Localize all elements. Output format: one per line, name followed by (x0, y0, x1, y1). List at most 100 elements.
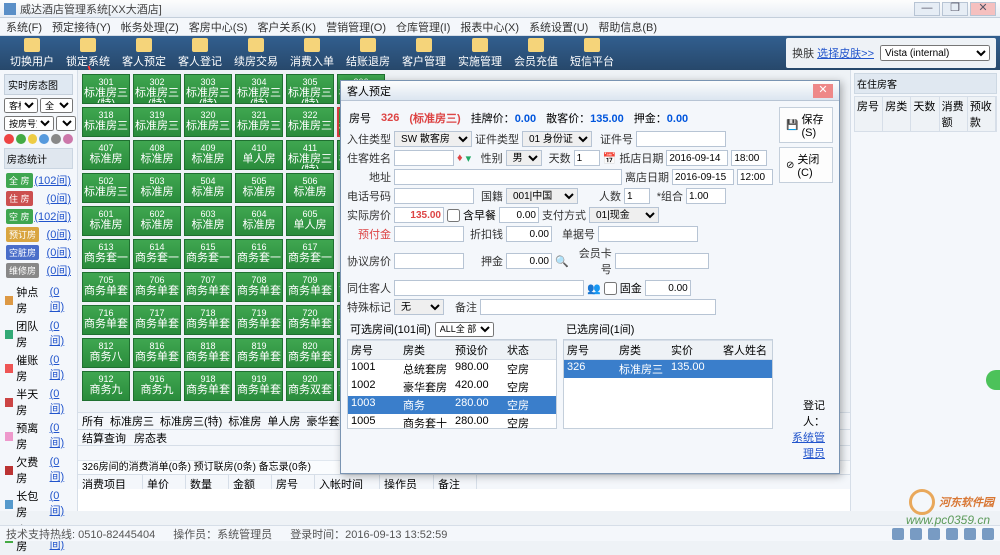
toolbar-实施管理[interactable]: 实施管理 (452, 36, 508, 71)
room-410[interactable]: 410单人房 (235, 140, 283, 170)
prepay-input[interactable] (394, 226, 464, 242)
roomtype-tab[interactable]: 所有 (82, 413, 104, 429)
agree-price-input[interactable] (394, 253, 464, 269)
room-617[interactable]: 617商务套一 (286, 239, 334, 269)
type-row[interactable]: 催账房(0间) (4, 351, 73, 385)
toolbar-续房交易[interactable]: 续房交易 (228, 36, 284, 71)
arrive-time-input[interactable] (731, 150, 767, 166)
room-705[interactable]: 705商务单套 (82, 272, 130, 302)
skin-select[interactable]: Vista (internal) (880, 45, 990, 61)
room-503[interactable]: 503标准房 (133, 173, 181, 203)
breakfast-amt-input[interactable] (499, 207, 539, 223)
avail-row[interactable]: 1005商务套十280.00空房 (348, 414, 556, 429)
roomtype-tab[interactable]: 标准房三 (110, 413, 154, 429)
room-301[interactable]: 301标准房三(特) (82, 74, 130, 104)
dialog-close-button[interactable]: ✕ (813, 84, 833, 98)
stat-row[interactable]: 全 房(102间) (4, 171, 73, 189)
toolbar-短信平台[interactable]: 短信平台 (564, 36, 620, 71)
menu-item[interactable]: 客户关系(K) (257, 19, 316, 35)
roomtype-tab[interactable]: 单人房 (267, 413, 300, 429)
save-button[interactable]: 💾 保存(S) (779, 107, 833, 143)
toolbar-结账退房[interactable]: 结账退房 (340, 36, 396, 71)
stat-row[interactable]: 住 房(0间) (4, 189, 73, 207)
avail-filter-select[interactable]: ALL全 部 (435, 322, 494, 337)
room-706[interactable]: 706商务单套 (133, 272, 181, 302)
room-720[interactable]: 720商务单套 (286, 305, 334, 335)
room-409[interactable]: 409标准房 (184, 140, 232, 170)
toolbar-会员充值[interactable]: 会员充值 (508, 36, 564, 71)
room-505[interactable]: 505标准房 (235, 173, 283, 203)
stat-row[interactable]: 空 房(102间) (4, 207, 73, 225)
room-320[interactable]: 320标准房三 (184, 107, 232, 137)
menu-item[interactable]: 系统设置(U) (529, 19, 588, 35)
room-602[interactable]: 602标准房 (133, 206, 181, 236)
room-816[interactable]: 816商务单套 (133, 338, 181, 368)
room-407[interactable]: 407标准房 (82, 140, 130, 170)
room-302[interactable]: 302标准房三(特) (133, 74, 181, 104)
room-506[interactable]: 506标准房 (286, 173, 334, 203)
room-408[interactable]: 408标准房 (133, 140, 181, 170)
avail-row[interactable]: 1003商务280.00空房 (348, 396, 556, 414)
room-707[interactable]: 707商务单套 (184, 272, 232, 302)
room-615[interactable]: 615商务套一 (184, 239, 232, 269)
room-820[interactable]: 820商务单套 (286, 338, 334, 368)
room-709[interactable]: 709商务单套 (286, 272, 334, 302)
room-916[interactable]: 916商务九 (133, 371, 181, 401)
address-input[interactable] (394, 169, 622, 185)
avail-row[interactable]: 1002豪华套房420.00空房 (348, 378, 556, 396)
room-719[interactable]: 719商务单套 (235, 305, 283, 335)
room-605[interactable]: 605单人房 (286, 206, 334, 236)
room-604[interactable]: 604标准房 (235, 206, 283, 236)
room-318[interactable]: 318标准房三 (82, 107, 130, 137)
operator-link[interactable]: 系统管理员 (792, 432, 825, 460)
room-601[interactable]: 601标准房 (82, 206, 130, 236)
real-price-input[interactable] (394, 207, 444, 223)
skin-link[interactable]: 选择皮肤>> (817, 48, 874, 60)
room-322[interactable]: 322标准房三 (286, 107, 334, 137)
deposit2-input[interactable] (506, 253, 552, 269)
close-dialog-button[interactable]: ⊘ 关闭(C) (779, 147, 833, 183)
room-411[interactable]: 411标准房三(特) (286, 140, 334, 170)
room-818[interactable]: 818商务单套 (184, 338, 232, 368)
roomtype-tab[interactable]: 标准房 (228, 413, 261, 429)
maximize-button[interactable]: ❐ (942, 2, 968, 16)
roomtype-tab[interactable]: 标准房三(特) (160, 413, 222, 429)
room-918[interactable]: 918商务单套 (184, 371, 232, 401)
toolbar-锁定系统[interactable]: 锁定系统 (60, 36, 116, 71)
gender-select[interactable]: 男 (506, 150, 542, 166)
toolbar-客户管理[interactable]: 客户管理 (396, 36, 452, 71)
room-304[interactable]: 304标准房三(特) (235, 74, 283, 104)
menu-item[interactable]: 帮助信息(B) (598, 19, 657, 35)
toolbar-切换用户[interactable]: 切换用户 (4, 36, 60, 71)
people-input[interactable] (624, 188, 650, 204)
menu-item[interactable]: 仓库管理(I) (396, 19, 450, 35)
room-912[interactable]: 912商务九 (82, 371, 130, 401)
side-handle[interactable] (986, 370, 1000, 390)
menu-item[interactable]: 营销管理(O) (326, 19, 386, 35)
filter-sort[interactable]: 按房号室 (4, 116, 54, 131)
leave-date-input[interactable] (672, 169, 734, 185)
cert-no-input[interactable] (636, 131, 726, 147)
orderno-input[interactable] (598, 226, 698, 242)
type-row[interactable]: 半天房(0间) (4, 385, 73, 419)
room-819[interactable]: 819商务单套 (235, 338, 283, 368)
filter-all[interactable]: 全 (40, 98, 73, 113)
room-504[interactable]: 504标准房 (184, 173, 232, 203)
log-tab[interactable]: 结算查询 (82, 430, 126, 446)
room-613[interactable]: 613商务套一 (82, 239, 130, 269)
room-303[interactable]: 303标准房三(特) (184, 74, 232, 104)
group-input[interactable] (686, 188, 726, 204)
lock-check[interactable] (604, 282, 617, 295)
close-button[interactable]: ✕ (970, 2, 996, 16)
special-select[interactable]: 无 (394, 299, 444, 315)
room-920[interactable]: 920商务双套 (286, 371, 334, 401)
left-tab-realtime[interactable]: 实时房态图 (4, 74, 73, 95)
room-708[interactable]: 708商务单套 (235, 272, 283, 302)
menu-item[interactable]: 预定接待(Y) (52, 19, 111, 35)
toolbar-消费入单[interactable]: 消费入单 (284, 36, 340, 71)
lock-amt-input[interactable] (645, 280, 691, 296)
nation-select[interactable]: 001|中国 (506, 188, 578, 204)
arrive-date-input[interactable] (666, 150, 728, 166)
type-row[interactable]: 预离房(0间) (4, 419, 73, 453)
log-tab[interactable]: 房态表 (134, 430, 167, 446)
